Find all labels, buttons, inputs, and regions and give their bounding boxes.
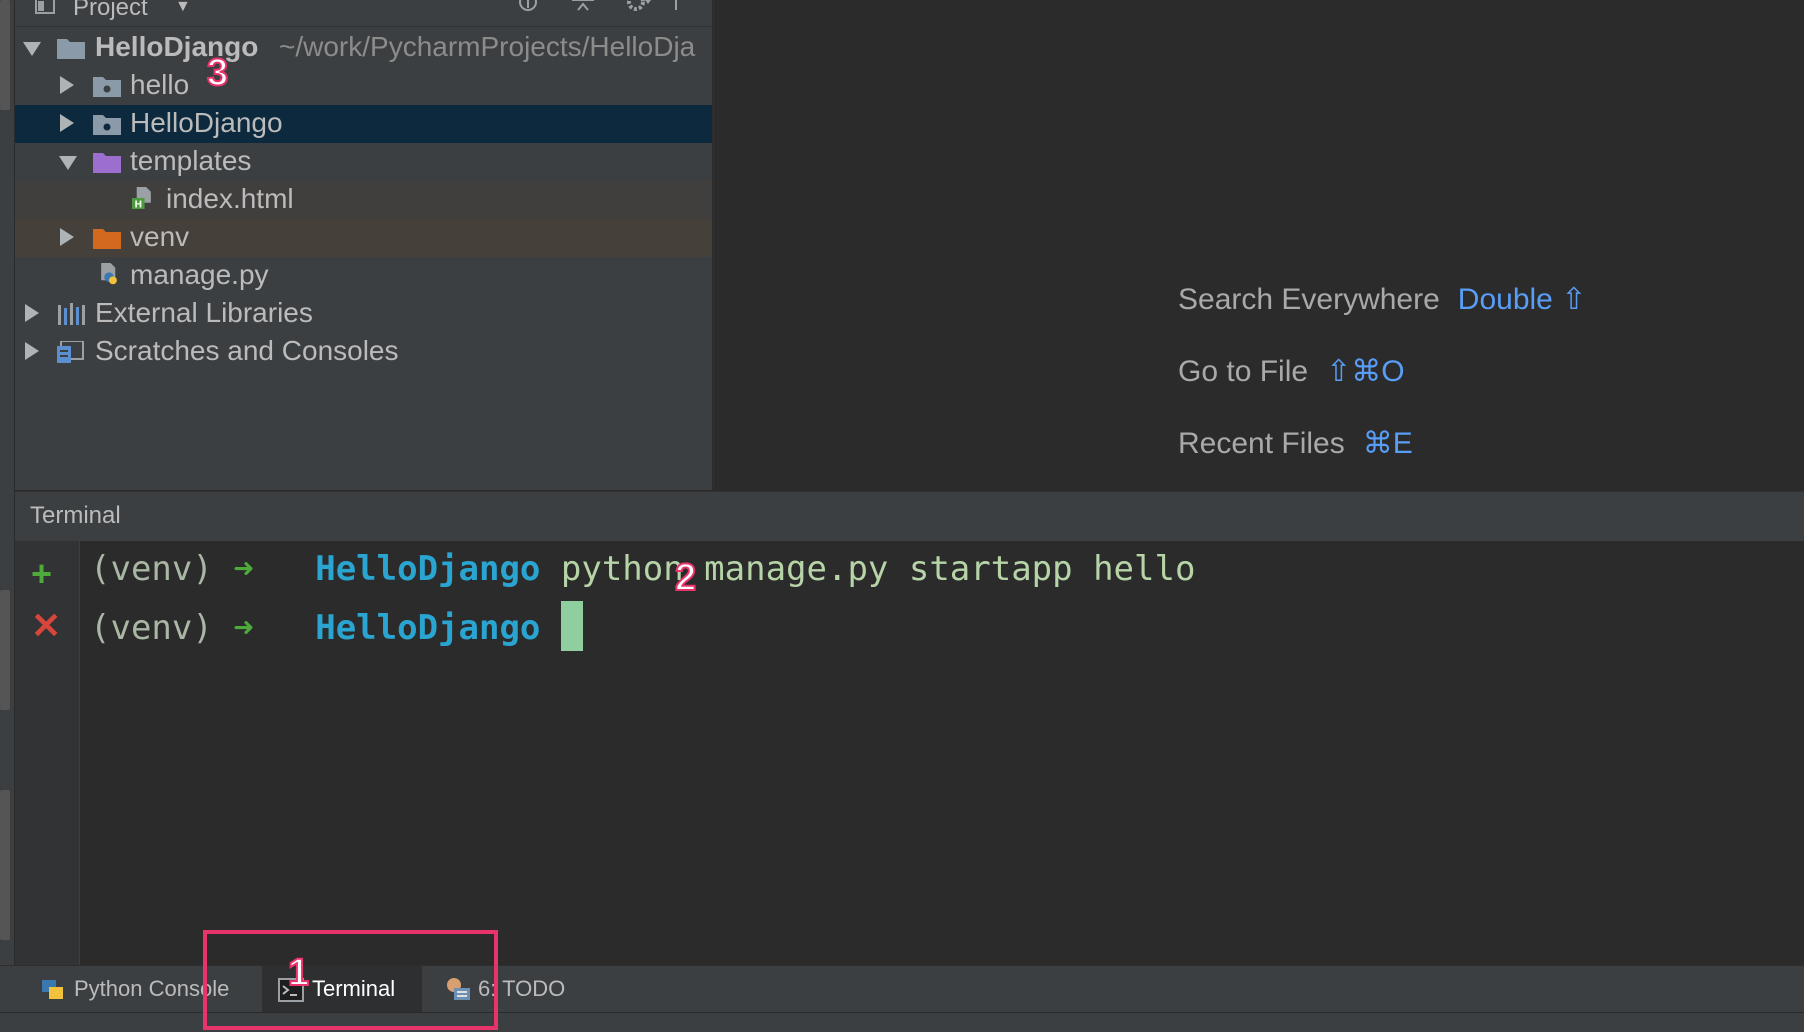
annotation-number-2: 2 xyxy=(674,556,697,600)
tree-label: Scratches and Consoles xyxy=(95,335,399,366)
terminal-line: (venv) ➜ HelloDjango python manage.py st… xyxy=(90,549,1195,589)
hint-go-to-file: Go to File ⇧⌘O xyxy=(1178,354,1405,389)
terminal-command: python manage.py startapp hello xyxy=(560,549,1196,589)
python-file-icon xyxy=(101,263,117,285)
editor-empty-area: Search Everywhere Double ⇧ Go to File ⇧⌘O … xyxy=(713,0,1804,490)
hint-label: Go to File xyxy=(1178,355,1309,388)
tree-item-external-libraries[interactable]: External Libraries xyxy=(15,295,712,333)
tree-item-venv[interactable]: venv xyxy=(15,219,712,257)
venv-prefix: (venv) xyxy=(90,608,213,648)
tree-item-templates[interactable]: templates xyxy=(15,143,712,181)
expand-arrow-icon[interactable] xyxy=(60,76,74,94)
tree-label: External Libraries xyxy=(95,297,313,328)
tree-label: hello xyxy=(130,69,190,100)
annotation-number-3: 3 xyxy=(206,51,229,95)
svg-text:H: H xyxy=(134,199,142,209)
hide-icon[interactable] xyxy=(670,0,696,16)
tree-item-index-html[interactable]: H index.html xyxy=(15,181,712,219)
tree-item-scratches[interactable]: Scratches and Consoles xyxy=(15,333,712,371)
html-file-icon: H xyxy=(132,187,151,209)
prompt-arrow-icon: ➜ xyxy=(233,608,254,648)
project-tool-tab[interactable] xyxy=(0,0,10,110)
templates-folder-icon xyxy=(93,153,121,173)
root-path: ~/work/PycharmProjects/HelloDja xyxy=(279,31,696,62)
tree-item-manage-py[interactable]: manage.py xyxy=(15,257,712,295)
expand-arrow-icon[interactable] xyxy=(23,42,41,56)
tree-item-hello[interactable]: hello xyxy=(15,67,712,105)
project-panel-header: Project ▼ xyxy=(15,0,712,27)
hint-label: Recent Files xyxy=(1178,427,1345,460)
terminal-gutter: + ✕ xyxy=(15,541,80,965)
scratches-icon xyxy=(57,341,84,363)
hint-label: Search Everywhere xyxy=(1178,283,1440,316)
package-folder-icon xyxy=(93,115,121,135)
gear-icon[interactable] xyxy=(625,0,651,16)
libraries-icon xyxy=(58,303,85,325)
tree-label: HelloDjango xyxy=(130,107,283,138)
terminal-header: Terminal xyxy=(15,491,1804,542)
tree-label: venv xyxy=(130,221,190,252)
project-view-icon xyxy=(35,0,55,14)
pycharm-window: Project ▼ HelloDjango ~/work/PycharmProj… xyxy=(0,0,1804,1032)
collapse-all-icon[interactable] xyxy=(570,0,596,16)
hint-shortcut: ⇧⌘O xyxy=(1326,355,1405,388)
package-folder-icon xyxy=(93,77,121,97)
expand-arrow-icon[interactable] xyxy=(59,156,77,170)
left-tool-strip[interactable] xyxy=(0,0,15,965)
terminal-cursor[interactable] xyxy=(560,601,583,651)
hint-shortcut: Double ⇧ xyxy=(1457,283,1587,316)
project-panel-title[interactable]: Project xyxy=(73,0,148,22)
prompt-directory: HelloDjango xyxy=(315,608,541,648)
hint-shortcut: ⌘E xyxy=(1362,427,1413,460)
tree-label: index.html xyxy=(166,183,294,214)
python-console-icon xyxy=(42,980,63,999)
folder-icon xyxy=(57,39,85,59)
venv-prefix: (venv) xyxy=(90,549,213,589)
tree-item-root[interactable]: HelloDjango ~/work/PycharmProjects/Hello… xyxy=(15,29,712,67)
expand-arrow-icon[interactable] xyxy=(25,342,39,360)
hint-recent-files: Recent Files ⌘E xyxy=(1178,426,1413,461)
excluded-folder-icon xyxy=(93,229,121,249)
expand-arrow-icon[interactable] xyxy=(25,304,39,322)
locate-icon[interactable] xyxy=(515,0,541,16)
expand-arrow-icon[interactable] xyxy=(60,114,74,132)
close-session-icon[interactable]: ✕ xyxy=(31,605,61,647)
hint-search-everywhere: Search Everywhere Double ⇧ xyxy=(1178,282,1586,317)
tree-label: templates xyxy=(130,145,252,176)
expand-arrow-icon[interactable] xyxy=(60,228,74,246)
favorites-tool-tab[interactable] xyxy=(0,790,10,940)
tree-item-hellodjango[interactable]: HelloDjango xyxy=(15,105,712,143)
chevron-down-icon[interactable]: ▼ xyxy=(175,0,191,16)
terminal-output[interactable]: (venv) ➜ HelloDjango python manage.py st… xyxy=(80,541,1804,965)
new-session-icon[interactable]: + xyxy=(31,553,52,595)
terminal-title: Terminal xyxy=(30,502,121,529)
structure-tool-tab[interactable] xyxy=(0,590,10,710)
prompt-arrow-icon: ➜ xyxy=(233,549,254,589)
tree-label: manage.py xyxy=(130,259,269,290)
project-panel: Project ▼ HelloDjango ~/work/PycharmProj… xyxy=(15,0,712,490)
annotation-number-1: 1 xyxy=(287,951,310,995)
terminal-line: (venv) ➜ HelloDjango xyxy=(90,601,583,651)
highlight-box xyxy=(203,930,498,1030)
prompt-directory: HelloDjango xyxy=(315,549,541,589)
root-name: HelloDjango xyxy=(95,31,259,62)
